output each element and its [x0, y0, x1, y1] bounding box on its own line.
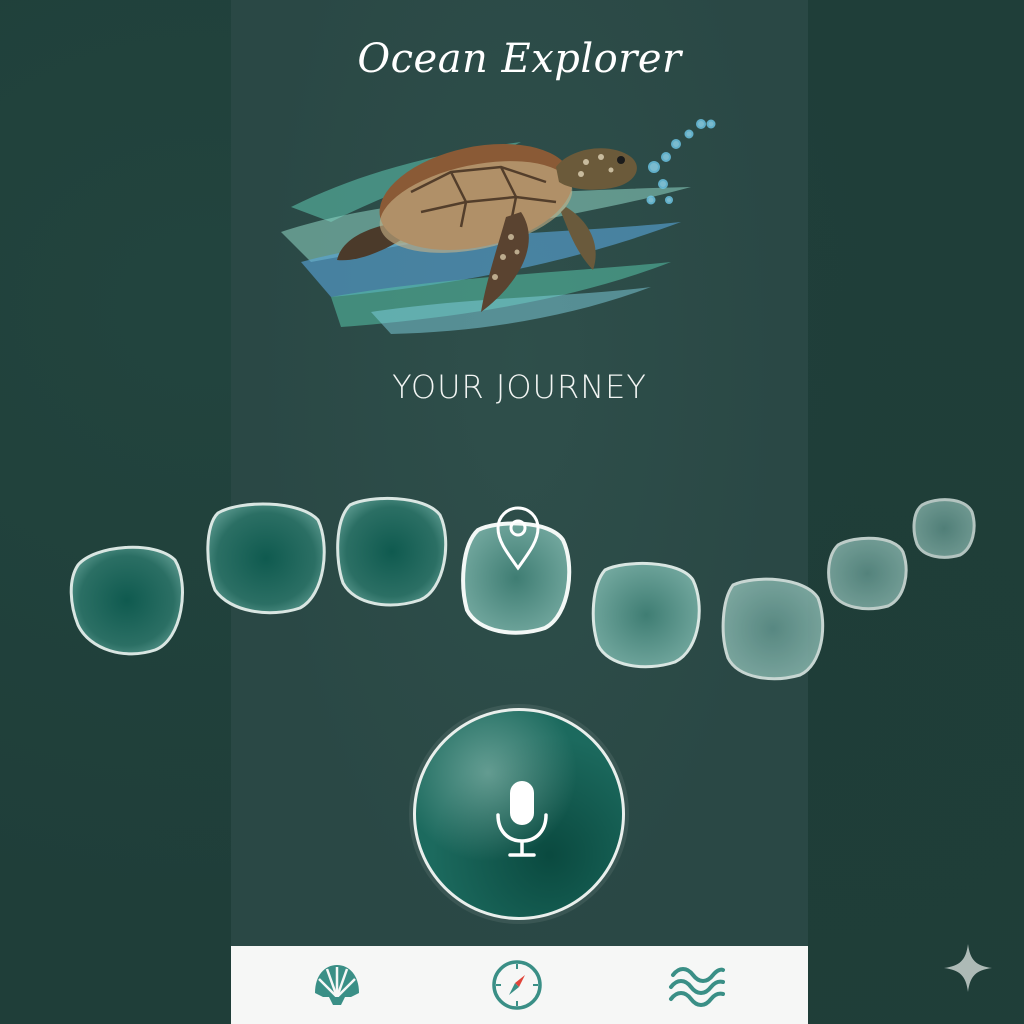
bottom-tab-bar	[231, 946, 808, 1024]
voice-record-button[interactable]	[413, 708, 625, 920]
shell-icon	[315, 965, 359, 1005]
journey-stone[interactable]	[912, 498, 976, 559]
sparkle-icon	[944, 944, 992, 992]
journey-stone[interactable]	[206, 502, 326, 615]
journey-stone[interactable]	[827, 536, 908, 611]
tab-shells[interactable]	[277, 946, 397, 1024]
journey-stone-current[interactable]	[461, 521, 572, 635]
microphone-icon	[496, 781, 548, 857]
waves-icon	[669, 967, 725, 1007]
journey-stone[interactable]	[69, 545, 184, 656]
compass-icon	[492, 960, 542, 1010]
app-canvas: Ocean Explorer YOUR JOURNEY	[0, 0, 1024, 1024]
journey-stone[interactable]	[591, 562, 701, 669]
journey-stone[interactable]	[336, 497, 448, 607]
tab-compass[interactable]	[457, 946, 577, 1024]
journey-stone[interactable]	[721, 577, 825, 681]
tab-waves[interactable]	[637, 946, 757, 1024]
